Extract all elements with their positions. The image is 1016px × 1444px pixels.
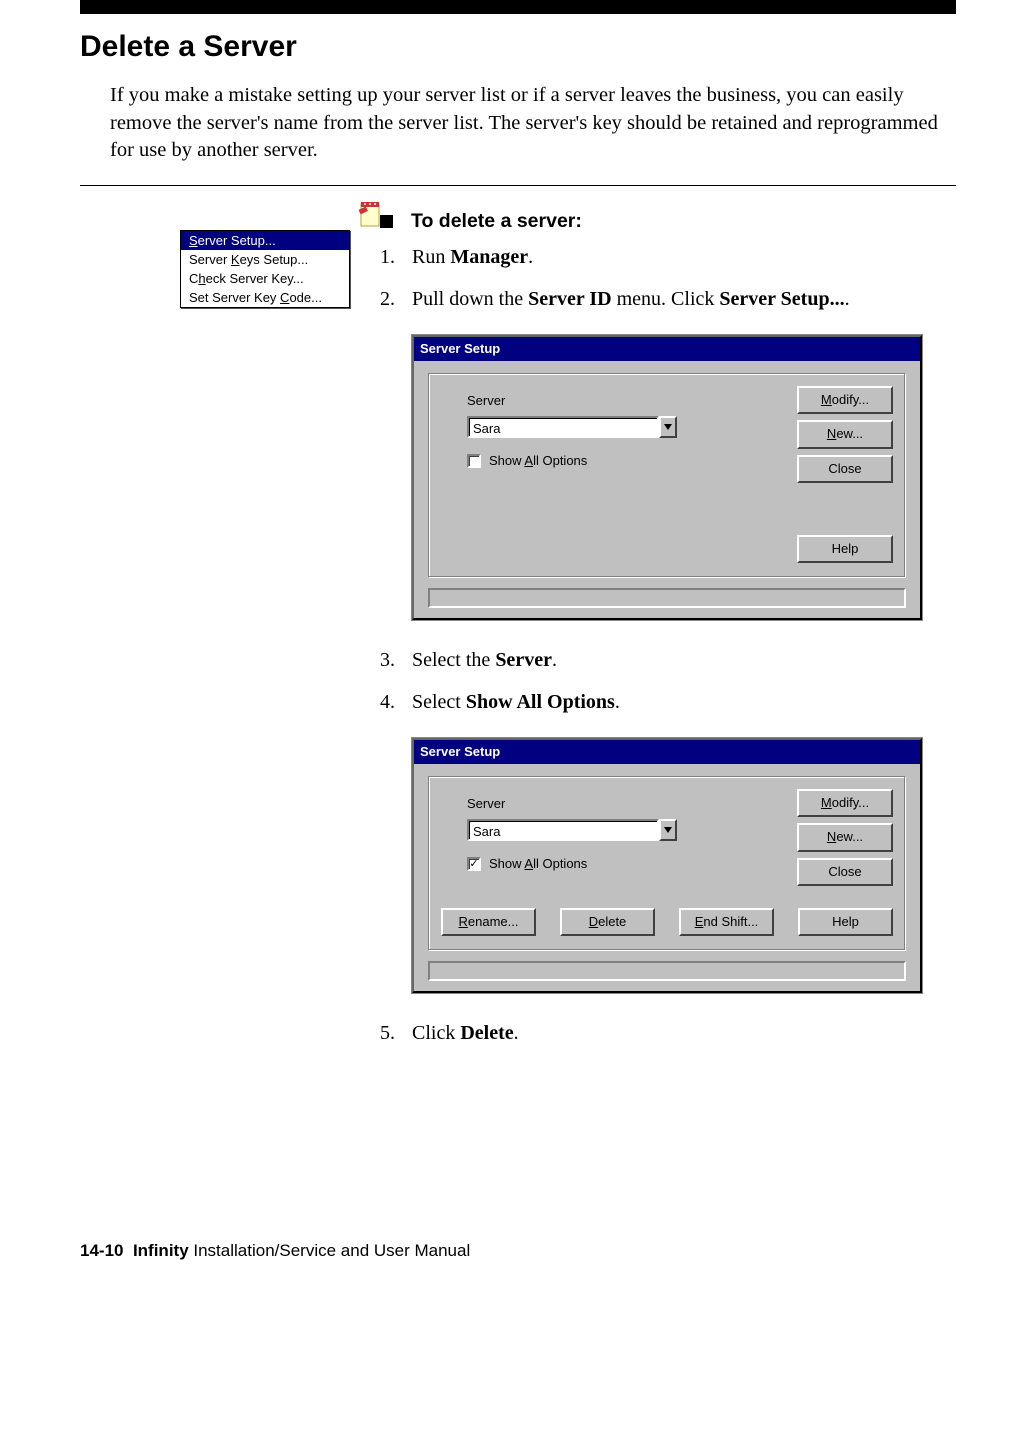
help-button[interactable]: Help [797,535,893,563]
step-2: Pull down the Server ID menu. Click Serv… [380,285,956,620]
page-number: 14-10 [80,1241,123,1260]
product-name: Infinity [133,1241,189,1260]
server-combobox-value[interactable]: Sara [467,819,659,841]
status-bar [428,961,906,981]
new-button[interactable]: New... [797,823,893,851]
step-5: Click Delete. [380,1019,956,1047]
show-all-options-checkbox-checked[interactable]: ✓ [467,857,481,871]
end-shift-button[interactable]: End Shift... [679,908,774,936]
step-1: Run Manager. [380,243,956,271]
step-3: Select the Server. [380,646,956,674]
page-footer: 14-10 Infinity Installation/Service and … [80,1241,956,1261]
combobox-arrow-icon[interactable] [659,416,677,438]
context-menu: Server Setup... Server Keys Setup... Che… [180,230,350,308]
dialog-server-setup-expanded: Server Setup Server Sara [412,738,922,993]
menu-item-set-server-key-code[interactable]: Set Server Key Code... [181,288,349,307]
rename-button[interactable]: Rename... [441,908,536,936]
modify-button[interactable]: Modify... [797,386,893,414]
dialog-titlebar[interactable]: Server Setup [414,337,920,361]
close-button[interactable]: Close [797,455,893,483]
server-label: Server [467,392,781,410]
server-combobox[interactable]: Sara [467,416,677,438]
step-4: Select Show All Options. Server Setup Se… [380,688,956,993]
new-button[interactable]: New... [797,420,893,448]
delete-button[interactable]: Delete [560,908,655,936]
menu-item-check-server-key[interactable]: Check Server Key... [181,269,349,288]
show-all-options-label: Show All Options [489,855,587,873]
menu-item-server-setup[interactable]: Server Setup... [181,231,349,250]
menu-item-server-keys-setup[interactable]: Server Keys Setup... [181,250,349,269]
show-all-options-label: Show All Options [489,452,587,470]
server-combobox[interactable]: Sara [467,819,677,841]
procedure-heading: To delete a server: [380,210,956,233]
section-heading: Delete a Server [80,30,956,64]
help-button[interactable]: Help [798,908,893,936]
dialog-titlebar[interactable]: Server Setup [414,740,920,764]
manual-title: Installation/Service and User Manual [189,1241,471,1260]
show-all-options-checkbox[interactable] [467,454,481,468]
server-combobox-value[interactable]: Sara [467,416,659,438]
server-label: Server [467,795,781,813]
divider [80,185,956,186]
modify-button[interactable]: Modify... [797,789,893,817]
status-bar [428,588,906,608]
combobox-arrow-icon[interactable] [659,819,677,841]
close-button[interactable]: Close [797,858,893,886]
intro-paragraph: If you make a mistake setting up your se… [110,82,956,165]
notepad-icon [358,200,382,228]
dialog-server-setup-basic: Server Setup Server Sara [412,335,922,620]
header-bar [80,0,956,14]
